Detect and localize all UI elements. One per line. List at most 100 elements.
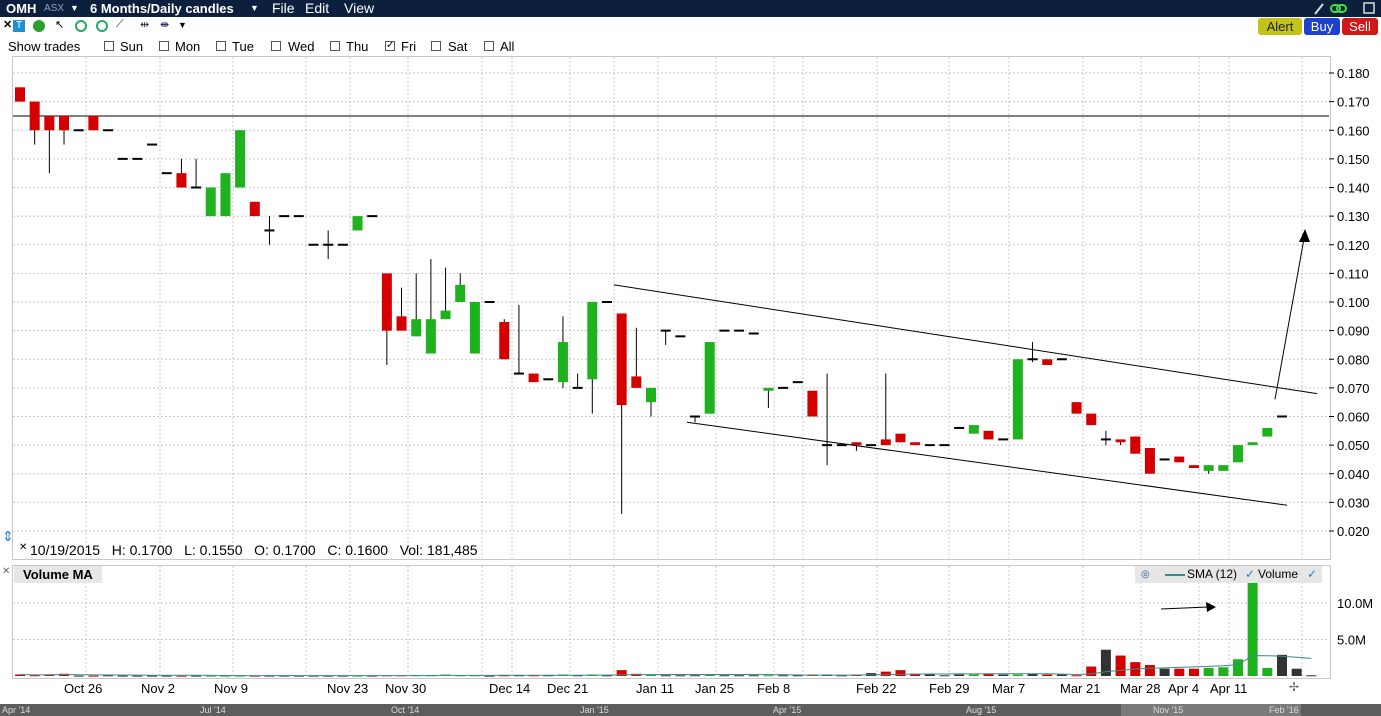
candle-body (381, 273, 392, 331)
candle-body (880, 439, 891, 446)
sma-check-icon[interactable]: ✓ (1245, 566, 1255, 583)
x-axis-label: Oct 26 (64, 681, 103, 696)
panel-resize-icon[interactable]: ⇕ (2, 528, 14, 545)
x-axis-label: Apr 4 (1168, 681, 1200, 696)
candle-body (983, 430, 994, 440)
info-close-icon[interactable]: ✕ (19, 542, 27, 553)
x-axis-label: Mar 7 (992, 681, 1026, 696)
candle-body (249, 201, 260, 217)
legend-sma: SMA (12) (1187, 567, 1238, 581)
x-axis-label: Apr 11 (1210, 681, 1248, 696)
candle-body (1188, 465, 1199, 469)
y-tick-label: 0.100 (1337, 295, 1370, 310)
navigator-label: Apr '15 (773, 705, 802, 715)
candle-body (1042, 359, 1053, 365)
candle-body (176, 173, 187, 188)
candle-body (469, 302, 480, 354)
volume-close-icon[interactable]: ✕ (2, 566, 10, 577)
candle-body (440, 310, 451, 320)
candle-body (205, 187, 216, 217)
ohlc-info-line: 10/19/2015 H: 0.1700 L: 0.1550 O: 0.1700… (30, 542, 478, 558)
sma-swatch (1165, 574, 1185, 576)
candle-body (646, 387, 656, 403)
y-tick-label: 0.180 (1337, 66, 1370, 81)
volume-title-text: Volume MA (23, 567, 93, 582)
x-axis-label: Jan 25 (695, 681, 735, 696)
candle-body (1130, 436, 1141, 454)
candle-body (455, 284, 466, 302)
y-tick-label: 0.080 (1337, 352, 1370, 367)
candle-body (235, 130, 246, 188)
x-axis-label: Dec 21 (547, 681, 589, 696)
y-tick-label: 0.030 (1337, 495, 1370, 510)
x-axis-label: Mar 28 (1120, 681, 1161, 696)
candle-body (425, 319, 436, 354)
x-axis-label: Nov 2 (141, 681, 175, 696)
navigator-label: Aug '15 (966, 705, 997, 715)
x-axis-label: Dec 14 (489, 681, 531, 696)
timeline-navigator[interactable]: Apr '14 Jul '14 Oct '14 Jan '15 Apr '15 Aug '… (0, 704, 1381, 716)
y-tick-label: 0.060 (1337, 410, 1370, 425)
candle-body (616, 313, 627, 406)
y-tick-label: 0.070 (1337, 381, 1370, 396)
candle-body (1232, 445, 1243, 463)
candle-body (352, 216, 363, 231)
y-tick-label: 0.090 (1337, 324, 1370, 339)
trendline-upper (613, 284, 1318, 395)
candle-body (968, 425, 979, 434)
projection-arrow-line (1274, 233, 1306, 400)
legend-volume: Volume (1258, 567, 1299, 581)
navigator-label: Nov '15 (1153, 705, 1184, 715)
candle-body (1012, 359, 1023, 440)
candle-body (44, 115, 55, 131)
y-tick-label: 0.160 (1337, 123, 1370, 138)
volume-legend: ◎ SMA (12) ✓ Volume ✓ (1135, 566, 1322, 583)
x-axis-label: Jan 11 (636, 681, 675, 696)
x-axis-label: Feb 8 (757, 681, 791, 696)
candle-body (1262, 427, 1273, 437)
y-tick-label: 0.130 (1337, 209, 1370, 224)
x-axis-label: Feb 22 (856, 681, 897, 696)
candle-body (1218, 465, 1229, 471)
scroll-right-icon[interactable]: ✢ (1289, 680, 1299, 694)
volume-panel-title: Volume MA (14, 566, 102, 583)
navigator-label: Oct '14 (391, 705, 420, 715)
candle-body (1174, 456, 1185, 463)
candle-body (587, 302, 598, 380)
x-axis-label: Feb 29 (929, 681, 970, 696)
candle-body (1247, 442, 1258, 446)
candle-body (1144, 447, 1155, 474)
navigator-label: Jan '15 (580, 705, 609, 715)
candle-body (763, 387, 774, 391)
navigator-label: Apr '14 (2, 705, 31, 715)
candle-body (1086, 413, 1097, 426)
y-tick-label: 0.120 (1337, 238, 1370, 253)
candle-body (631, 376, 642, 388)
y-tick-label: 0.150 (1337, 152, 1370, 167)
candle-body (1071, 402, 1082, 414)
y-tick-label: 0.020 (1337, 524, 1370, 539)
vol-tick-label: 5.0M (1337, 633, 1366, 648)
candle-body (59, 115, 70, 131)
candle-body (807, 390, 818, 417)
volume-panel[interactable] (12, 565, 1331, 679)
candle-body (557, 342, 568, 383)
candle-body (895, 433, 906, 443)
x-axis-label: Nov 23 (327, 681, 369, 696)
navigator-label: Feb '16 (1269, 705, 1299, 715)
candle-body (910, 442, 921, 446)
y-tick-label: 0.170 (1337, 95, 1370, 110)
candle-body (88, 115, 99, 131)
y-tick-label: 0.110 (1337, 266, 1369, 281)
y-tick-label: 0.140 (1337, 181, 1370, 196)
candle-body (220, 173, 231, 217)
vol-tick-label: 10.0M (1337, 596, 1373, 611)
navigator-label: Jul '14 (200, 705, 226, 715)
x-axis-label: Nov 30 (385, 681, 427, 696)
candle-body (1115, 439, 1126, 443)
volume-check-icon[interactable]: ✓ (1307, 566, 1317, 583)
candle-body (528, 373, 539, 383)
settings-icon[interactable]: ◎ (1141, 566, 1150, 583)
candle-body (396, 316, 407, 331)
candle-body (411, 319, 422, 337)
